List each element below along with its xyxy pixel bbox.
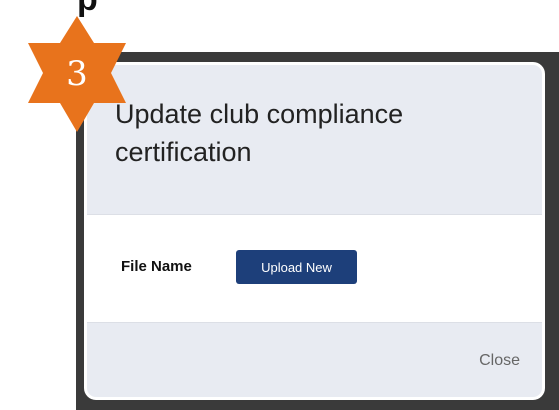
dialog-header: Update club compliance certification — [87, 65, 542, 215]
compliance-dialog: Update club compliance certification Fil… — [84, 62, 545, 400]
file-name-label: File Name — [121, 258, 192, 275]
dialog-footer: Close — [87, 322, 542, 397]
upload-new-button[interactable]: Upload New — [236, 250, 357, 284]
dialog-title: Update club compliance certification — [115, 99, 404, 167]
dialog-body: File Name Upload New — [87, 215, 542, 322]
close-button[interactable]: Close — [479, 352, 520, 370]
step-badge: 3 — [14, 10, 140, 136]
step-number: 3 — [66, 54, 88, 94]
